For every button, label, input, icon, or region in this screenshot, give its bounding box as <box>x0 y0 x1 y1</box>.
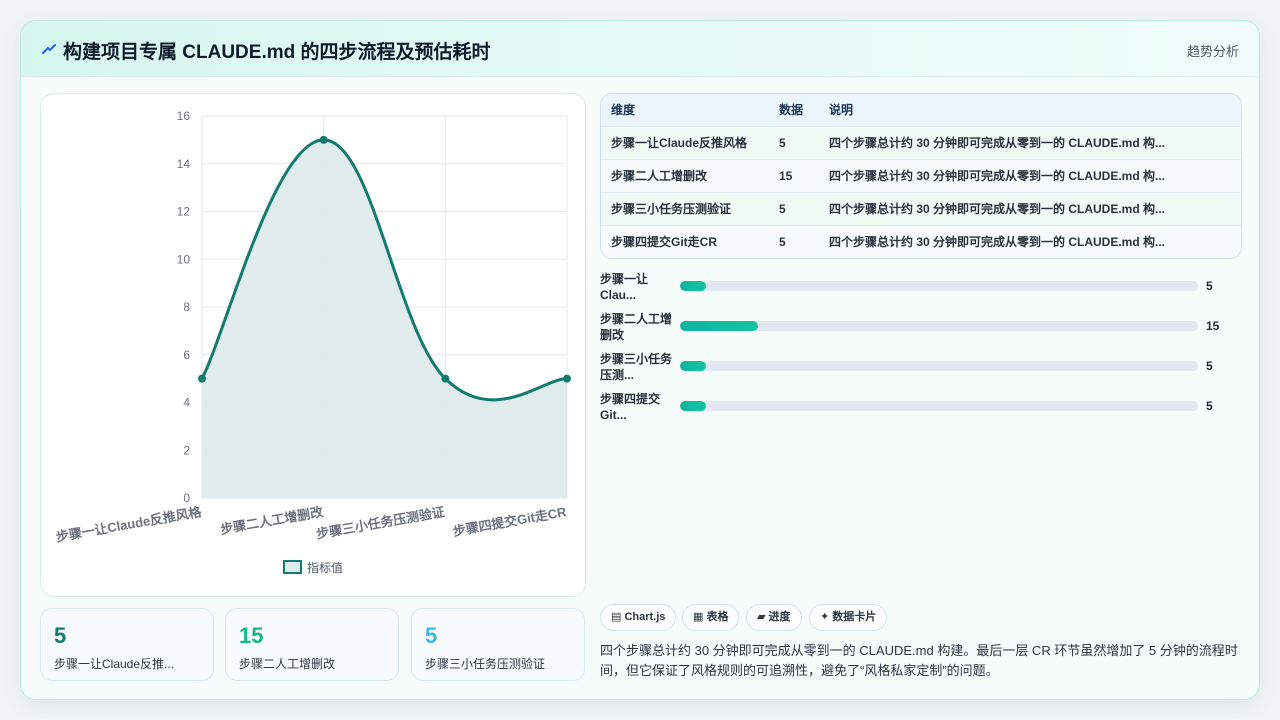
table-cell: 四个步骤总计约 30 分钟即可完成从零到一的 CLAUDE.md 构... <box>829 191 1241 225</box>
stat-card: 5 步骤一让Claude反推... <box>40 608 214 681</box>
page-title: 构建项目专属 CLAUDE.md 的四步流程及预估耗时 <box>63 42 491 63</box>
table-cell: 四个步骤总计约 30 分钟即可完成从零到一的 CLAUDE.md 构... <box>829 158 1241 192</box>
y-tick-label: 14 <box>177 157 191 171</box>
stat-label: 步骤二人工增删改 <box>239 657 336 671</box>
sparkle-icon: ✦ <box>820 611 833 623</box>
y-tick-label: 6 <box>183 348 190 362</box>
table-cell: 5 <box>779 191 829 225</box>
data-point <box>319 135 328 144</box>
progress-row: 步骤三小任务 压测... 5 <box>600 351 1240 385</box>
chip-progress[interactable]: ▰ 进度 <box>746 604 802 631</box>
table-row: 步骤一让Claude反推风格 5 四个步骤总计约 30 分钟即可完成从零到一的 … <box>601 125 1241 159</box>
progress-value: 5 <box>1206 359 1213 373</box>
table-cell: 步骤二人工增删改 <box>601 158 779 192</box>
x-tick-label: 步骤三小任务压测验证 <box>315 504 446 541</box>
chart-panel: 0 2 4 6 8 10 12 14 16 步骤一让Claude反推风格 步骤二人工增删改 步骤三小任… <box>40 93 586 597</box>
table-cell: 5 <box>779 224 829 258</box>
stat-card: 15 步骤二人工增删改 <box>225 608 399 681</box>
stat-value: 5 <box>425 623 438 648</box>
trend-icon <box>42 44 56 54</box>
progress-row: 步骤四提交 Git... 5 <box>600 391 1240 425</box>
progress-label: 步骤三小任务 压测... <box>600 352 673 382</box>
y-tick-label: 0 <box>183 491 190 505</box>
data-point <box>441 374 450 383</box>
area-chart: 0 2 4 6 8 10 12 14 16 步骤一让Claude反推风格 步骤二人工增删改步骤三小任… <box>55 109 571 575</box>
progress-track <box>680 361 1198 371</box>
chip-table[interactable]: ▦ 表格 <box>682 604 740 631</box>
progress-label: 步骤四提交 Git... <box>600 392 661 422</box>
x-tick-label: 步骤四提交Git走CR <box>452 504 568 539</box>
table-cell: 步骤一让Claude反推风格 <box>601 125 779 159</box>
stat-card: 5 步骤三小任务压测验证 <box>411 608 585 681</box>
table-cell: 四个步骤总计约 30 分钟即可完成从零到一的 CLAUDE.md 构... <box>829 224 1241 258</box>
x-tick-label: 步骤二人工增删改 <box>219 504 325 537</box>
table-cell: 5 <box>779 125 829 159</box>
table-row: 步骤三小任务压测验证 5 四个步骤总计约 30 分钟即可完成从零到一的 CLAU… <box>601 191 1241 225</box>
progress-fill <box>680 401 706 411</box>
series-area <box>202 139 567 498</box>
table-header-dimension: 维度 <box>601 94 779 126</box>
data-point <box>198 374 206 383</box>
legend-swatch <box>283 560 302 574</box>
progress-row: 步骤一让 Clau... 5 <box>600 271 1240 305</box>
y-tick-label: 8 <box>183 300 190 314</box>
summary-text: 四个步骤总计约 30 分钟即可完成从零到一的 CLAUDE.md 构建。最后一层… <box>600 643 1238 678</box>
legend-label: 指标值 <box>307 560 343 575</box>
progress-value: 5 <box>1206 399 1213 413</box>
table-header-description: 说明 <box>829 94 1241 126</box>
table-cell: 步骤三小任务压测验证 <box>601 191 779 225</box>
stat-value: 5 <box>54 623 67 648</box>
progress-fill <box>680 321 758 331</box>
y-tick-label: 10 <box>177 252 191 266</box>
progress-track <box>680 321 1198 331</box>
table-cell: 四个步骤总计约 30 分钟即可完成从零到一的 CLAUDE.md 构... <box>829 125 1241 159</box>
y-tick-label: 4 <box>183 396 190 410</box>
chip-chartjs[interactable]: ▤ Chart.js <box>600 604 677 631</box>
progress-fill <box>680 281 706 291</box>
analysis-tag: 趋势分析 <box>1186 44 1239 59</box>
chart-icon: ▤ <box>611 611 625 623</box>
progress-label: 步骤一让 Clau... <box>600 272 649 302</box>
table-cell: 15 <box>779 158 829 192</box>
stat-label: 步骤一让Claude反推... <box>54 657 175 671</box>
progress-track <box>680 401 1198 411</box>
data-table: 维度 数据 说明 步骤一让Claude反推风格 5 四个步骤总计约 30 分钟即… <box>600 93 1242 259</box>
stat-label: 步骤三小任务压测验证 <box>425 657 546 671</box>
card-header: 构建项目专属 CLAUDE.md 的四步流程及预估耗时 趋势分析 <box>21 21 1259 77</box>
progress-value: 5 <box>1206 279 1213 293</box>
stat-value: 15 <box>239 623 264 648</box>
table-header-data: 数据 <box>779 94 829 126</box>
progress-label: 步骤二人工增 删改 <box>600 312 673 342</box>
table-row: 步骤四提交Git走CR 5 四个步骤总计约 30 分钟即可完成从零到一的 CLA… <box>601 224 1241 258</box>
y-tick-label: 16 <box>177 109 191 123</box>
progress-value: 15 <box>1206 319 1220 333</box>
x-tick-label: 步骤一让Claude反推风格 <box>55 504 204 545</box>
dashboard-card: 构建项目专属 CLAUDE.md 的四步流程及预估耗时 趋势分析 0 2 4 6 8 10… <box>20 20 1260 700</box>
y-tick-label: 12 <box>177 205 191 219</box>
table-icon: ▦ <box>693 611 707 623</box>
y-tick-label: 2 <box>183 443 190 457</box>
chip-data-card[interactable]: ✦ 数据卡片 <box>809 604 888 631</box>
table-row: 步骤二人工增删改 15 四个步骤总计约 30 分钟即可完成从零到一的 CLAUD… <box>601 158 1241 192</box>
progress-row: 步骤二人工增 删改 15 <box>600 311 1240 345</box>
progress-fill <box>680 361 706 371</box>
progress-track <box>680 281 1198 291</box>
data-point <box>563 374 571 383</box>
table-cell: 步骤四提交Git走CR <box>601 224 779 258</box>
progress-icon: ▰ <box>757 611 769 623</box>
